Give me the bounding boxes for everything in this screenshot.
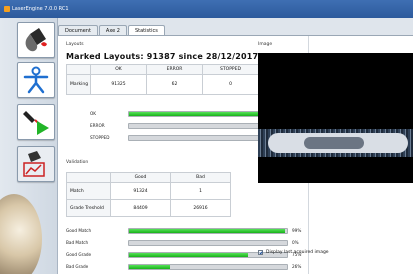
layouts-bar-label: ERROR	[90, 123, 105, 128]
validation-match-bad: 1	[170, 182, 231, 200]
validation-progress-fill	[129, 253, 248, 257]
validation-section-label: Validation	[66, 160, 89, 165]
layouts-col-stopped: STOPPED	[202, 64, 259, 75]
validation-bar-percent: 26%	[292, 264, 302, 269]
validation-progress-bar	[128, 240, 288, 246]
layouts-cell-error: 62	[146, 74, 203, 95]
title-bar: LaserEngine 7.0.0 RC1	[0, 0, 413, 18]
validation-bar-label: Bad Match	[66, 240, 89, 245]
display-last-image-label: Display last acquired image	[266, 250, 329, 255]
left-toolbar	[0, 18, 58, 274]
validation-bar-label: Good Grade	[66, 252, 92, 257]
decorative-lens-image	[0, 194, 42, 274]
display-last-image-checkbox[interactable]	[258, 250, 263, 255]
validation-bar-percent: 0%	[292, 240, 299, 245]
layouts-section-label: Layouts	[66, 42, 84, 47]
image-section-label: Image	[258, 42, 273, 47]
layouts-cell-ok: 91325	[90, 74, 147, 95]
layouts-col-error: ERROR	[146, 64, 203, 75]
validation-row-match-label: Match	[66, 182, 111, 200]
app-icon	[4, 6, 10, 12]
person-star-icon	[23, 66, 49, 94]
layouts-cell-stopped: 0	[202, 74, 259, 95]
window-title: LaserEngine 7.0.0 RC1	[12, 6, 69, 12]
app-window: LaserEngine 7.0.0 RC1 Document Axe 2 Sta…	[0, 0, 413, 274]
acquired-image	[258, 53, 413, 183]
stats-chart-icon	[23, 151, 45, 177]
validation-col-bad: Bad	[170, 172, 231, 183]
laser-arrow-icon	[23, 111, 49, 135]
tool-person-button[interactable]	[17, 62, 55, 98]
validation-progress-fill	[129, 265, 171, 269]
layouts-table-corner	[66, 64, 91, 75]
layouts-col-ok: OK	[90, 64, 147, 75]
display-last-image-option[interactable]: Display last acquired image	[258, 250, 329, 255]
validation-grade-bad: 26916	[170, 199, 231, 217]
tool-laser-button[interactable]	[17, 104, 55, 140]
validation-match-good: 91324	[110, 182, 171, 200]
validation-progress-bar	[128, 264, 288, 270]
validation-progress-fill	[129, 229, 286, 233]
tool-paint-button[interactable]	[17, 22, 55, 58]
layouts-row-label: Marking	[66, 74, 91, 95]
validation-progress-bar	[128, 228, 288, 234]
validation-bar-label: Bad Grade	[66, 264, 89, 269]
validation-row-grade-label: Grade Treshold	[66, 199, 111, 217]
layouts-bar-label: STOPPED	[90, 135, 110, 140]
validation-bar-percent: 99%	[292, 228, 302, 233]
validation-grade-good: 84409	[110, 199, 171, 217]
paint-bucket-icon	[25, 28, 47, 52]
layouts-bar-label: OK	[90, 111, 97, 116]
validation-col-good: Good	[110, 172, 171, 183]
image-part-detail	[304, 137, 364, 149]
tool-stats-button[interactable]	[17, 146, 55, 182]
validation-bar-label: Good Match	[66, 228, 92, 233]
validation-table-corner	[66, 172, 111, 183]
